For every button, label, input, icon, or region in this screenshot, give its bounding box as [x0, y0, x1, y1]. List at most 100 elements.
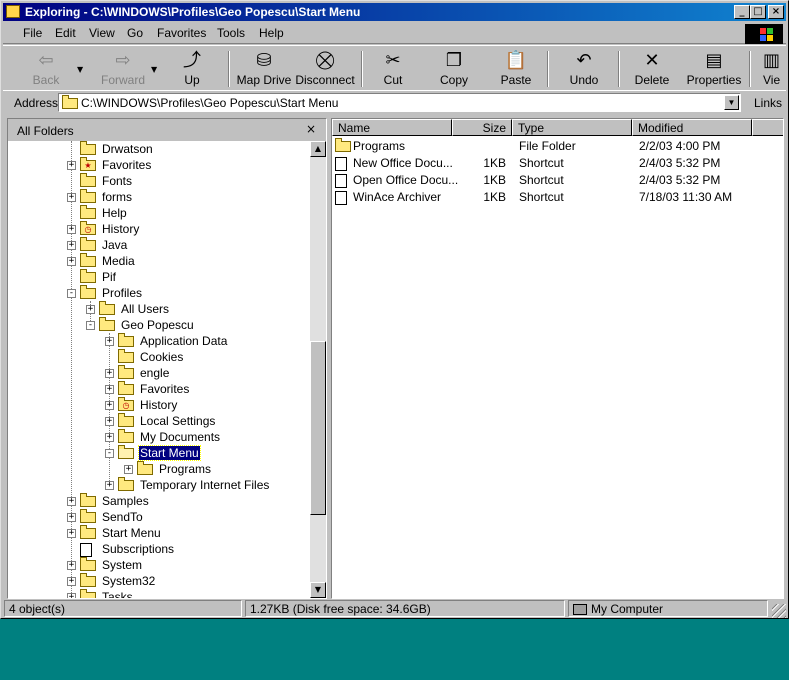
address-dropdown-button[interactable]: ▼	[724, 95, 739, 110]
expand-icon[interactable]: +	[67, 497, 76, 506]
tree-item[interactable]: + Favorites	[105, 380, 310, 397]
tree-item[interactable]: + Programs	[124, 460, 310, 477]
menu-edit[interactable]: Edit	[55, 26, 76, 40]
tree-item[interactable]: Pif	[67, 268, 310, 285]
menu-help[interactable]: Help	[259, 26, 284, 40]
links-button[interactable]: Links	[754, 96, 782, 110]
maximize-button[interactable]: □	[750, 5, 766, 19]
menu-go[interactable]: Go	[127, 26, 143, 40]
back-button[interactable]: ⇦ Back	[21, 49, 71, 89]
tree-item[interactable]: + System32	[67, 572, 310, 589]
scroll-up-button[interactable]: ▲	[310, 141, 326, 157]
map-drive-label: Map Drive	[236, 73, 292, 87]
expand-icon[interactable]: +	[67, 193, 76, 202]
tree-item[interactable]: - Profiles	[67, 284, 310, 301]
tree-item[interactable]: + ◷ History	[105, 396, 310, 413]
folder-icon	[80, 141, 96, 155]
scroll-thumb[interactable]	[310, 341, 326, 515]
tree-item[interactable]: Fonts	[67, 172, 310, 189]
tree-item[interactable]: + Samples	[67, 492, 310, 509]
expand-icon[interactable]: +	[67, 257, 76, 266]
up-button[interactable]: ⤴ Up	[167, 49, 217, 89]
resize-grip[interactable]	[772, 604, 786, 618]
expand-icon[interactable]: +	[105, 401, 114, 410]
expand-icon[interactable]: +	[86, 305, 95, 314]
paste-button[interactable]: 📋 Paste	[493, 49, 539, 89]
cut-button[interactable]: ✂ Cut	[371, 49, 415, 89]
delete-button[interactable]: ✕ Delete	[629, 49, 675, 89]
tree-item[interactable]: Subscriptions	[67, 541, 310, 557]
expand-icon[interactable]: +	[67, 241, 76, 250]
expand-icon[interactable]: +	[67, 161, 76, 170]
file-row[interactable]: Open Office Docu... 1KB Shortcut 2/4/03 5:3…	[332, 171, 783, 188]
tree-item[interactable]: + ◷ History	[67, 220, 310, 237]
expand-icon[interactable]: +	[124, 465, 133, 474]
map-drive-button[interactable]: ⛁ Map Drive	[235, 49, 293, 89]
tree-item[interactable]: + Local Settings	[105, 412, 310, 429]
expand-icon[interactable]: +	[105, 481, 114, 490]
column-header-size[interactable]: Size	[452, 119, 512, 136]
tree-close-button[interactable]: ×	[306, 122, 316, 136]
tree-item[interactable]: + Java	[67, 236, 310, 253]
collapse-icon[interactable]: -	[86, 321, 95, 330]
tree-item-label: History	[102, 222, 140, 236]
column-header-type[interactable]: Type	[512, 119, 632, 136]
views-button[interactable]: ▥ Vie	[763, 49, 785, 89]
tree-item[interactable]: Help	[67, 204, 310, 221]
expand-icon[interactable]: +	[105, 433, 114, 442]
undo-button[interactable]: ↶ Undo	[561, 49, 607, 89]
tree-item[interactable]: + My Documents	[105, 428, 310, 445]
disconnect-button[interactable]: ⛒ Disconnect	[295, 49, 355, 89]
expand-icon[interactable]: +	[67, 513, 76, 522]
menu-view[interactable]: View	[89, 26, 115, 40]
collapse-icon[interactable]: -	[67, 289, 76, 298]
tree-item[interactable]: + All Users	[86, 300, 310, 317]
status-location: My Computer	[568, 600, 768, 617]
properties-button[interactable]: ▤ Properties	[685, 49, 743, 89]
tree-item[interactable]: + Start Menu	[67, 524, 310, 541]
windows-logo-icon	[745, 24, 783, 44]
scroll-down-button[interactable]: ▼	[310, 582, 326, 598]
menu-file[interactable]: File	[23, 26, 42, 40]
menu-favorites[interactable]: Favorites	[157, 26, 206, 40]
copy-button[interactable]: ❐ Copy	[431, 49, 477, 89]
expand-icon[interactable]: +	[105, 337, 114, 346]
tree-item[interactable]: + System	[67, 556, 310, 573]
tree-item[interactable]: + Media	[67, 252, 310, 269]
tree-item[interactable]: + Application Data	[105, 332, 310, 349]
column-header-modified[interactable]: Modified	[632, 119, 752, 136]
menu-tools[interactable]: Tools	[217, 26, 245, 40]
expand-icon[interactable]: +	[67, 561, 76, 570]
forward-dropdown[interactable]: ▼	[149, 49, 161, 89]
expand-icon[interactable]: +	[67, 593, 76, 598]
tree-item[interactable]: - Start Menu	[105, 444, 310, 461]
expand-icon[interactable]: +	[105, 417, 114, 426]
file-row[interactable]: WinAce Archiver 1KB Shortcut 7/18/03 11:30 …	[332, 188, 783, 205]
column-header-name[interactable]: Name	[332, 119, 452, 136]
close-button[interactable]: ×	[768, 5, 784, 19]
collapse-icon[interactable]: -	[105, 449, 114, 458]
tree-item[interactable]: + SendTo	[67, 508, 310, 525]
minimize-button[interactable]: _	[734, 5, 750, 19]
tree-item[interactable]: - Geo Popescu	[86, 316, 310, 333]
tree-item[interactable]: + Temporary Internet Files	[105, 476, 310, 493]
file-row[interactable]: New Office Docu... 1KB Shortcut 2/4/03 5:32…	[332, 154, 783, 171]
tree-item[interactable]: + ★ Favorites	[67, 156, 310, 173]
tree-item[interactable]: + engle	[105, 364, 310, 381]
tree-item[interactable]: + Tasks	[67, 588, 310, 598]
tree-item[interactable]: Cookies	[105, 348, 310, 365]
expand-icon[interactable]: +	[67, 577, 76, 586]
expand-icon[interactable]: +	[105, 369, 114, 378]
file-row[interactable]: Programs File Folder 2/2/03 4:00 PM	[332, 137, 783, 154]
forward-button[interactable]: ⇨ Forward	[95, 49, 151, 89]
views-label: Vie	[763, 73, 781, 87]
tree-item[interactable]: Drwatson	[67, 141, 310, 157]
expand-icon[interactable]: +	[67, 225, 76, 234]
tree-vertical-scrollbar[interactable]: ▲ ▼	[310, 141, 326, 598]
tree-item[interactable]: + forms	[67, 188, 310, 205]
address-input[interactable]: C:\WINDOWS\Profiles\Geo Popescu\Start Me…	[58, 93, 741, 112]
expand-icon[interactable]: +	[67, 529, 76, 538]
expand-icon[interactable]: +	[105, 385, 114, 394]
title-bar[interactable]: Exploring - C:\WINDOWS\Profiles\Geo Pope…	[3, 3, 786, 21]
back-dropdown[interactable]: ▼	[75, 49, 87, 89]
